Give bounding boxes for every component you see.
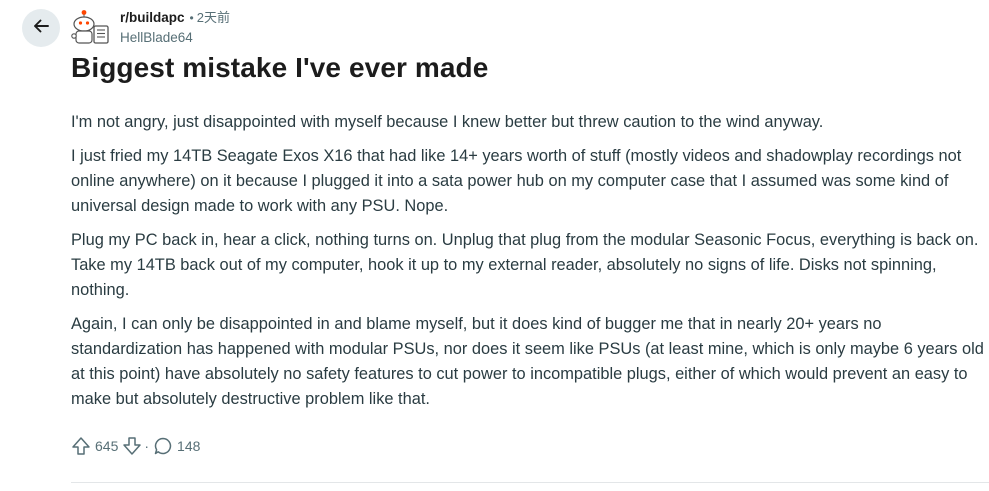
arrow-left-icon [31, 16, 51, 41]
vote-count: 645 [95, 438, 119, 454]
post-body: I'm not angry, just disappointed with my… [71, 110, 986, 421]
post-paragraph: I'm not angry, just disappointed with my… [71, 113, 824, 131]
subreddit-link[interactable]: r/buildapc [120, 9, 185, 26]
upvote-button[interactable] [71, 436, 91, 456]
back-button[interactable] [22, 9, 60, 47]
divider [71, 482, 989, 483]
downvote-arrow-icon [122, 436, 142, 456]
post-paragraph: I just fried my 14TB Seagate Exos X16 th… [71, 147, 962, 215]
subreddit-avatar-icon[interactable] [71, 9, 111, 45]
post-actions: 645 · 148 [71, 436, 204, 456]
meta-row: r/buildapc • 2天前 [120, 9, 230, 27]
post-title: Biggest mistake I've ever made [71, 52, 489, 83]
post-paragraph: Plug my PC back in, hear a click, nothin… [71, 231, 979, 299]
post-paragraph: Again, I can only be disappointed in and… [71, 315, 984, 408]
actions-separator: · [144, 438, 150, 454]
upvote-arrow-icon [71, 436, 91, 456]
post-meta: r/buildapc • 2天前 HellBlade64 [120, 9, 230, 46]
downvote-button[interactable] [122, 436, 142, 456]
comments-button[interactable]: 148 [153, 436, 204, 456]
comment-bubble-icon [153, 436, 173, 456]
meta-separator: • [189, 11, 194, 25]
author-link[interactable]: HellBlade64 [120, 29, 230, 46]
post-time: 2天前 [196, 10, 230, 25]
comment-count: 148 [177, 438, 201, 454]
